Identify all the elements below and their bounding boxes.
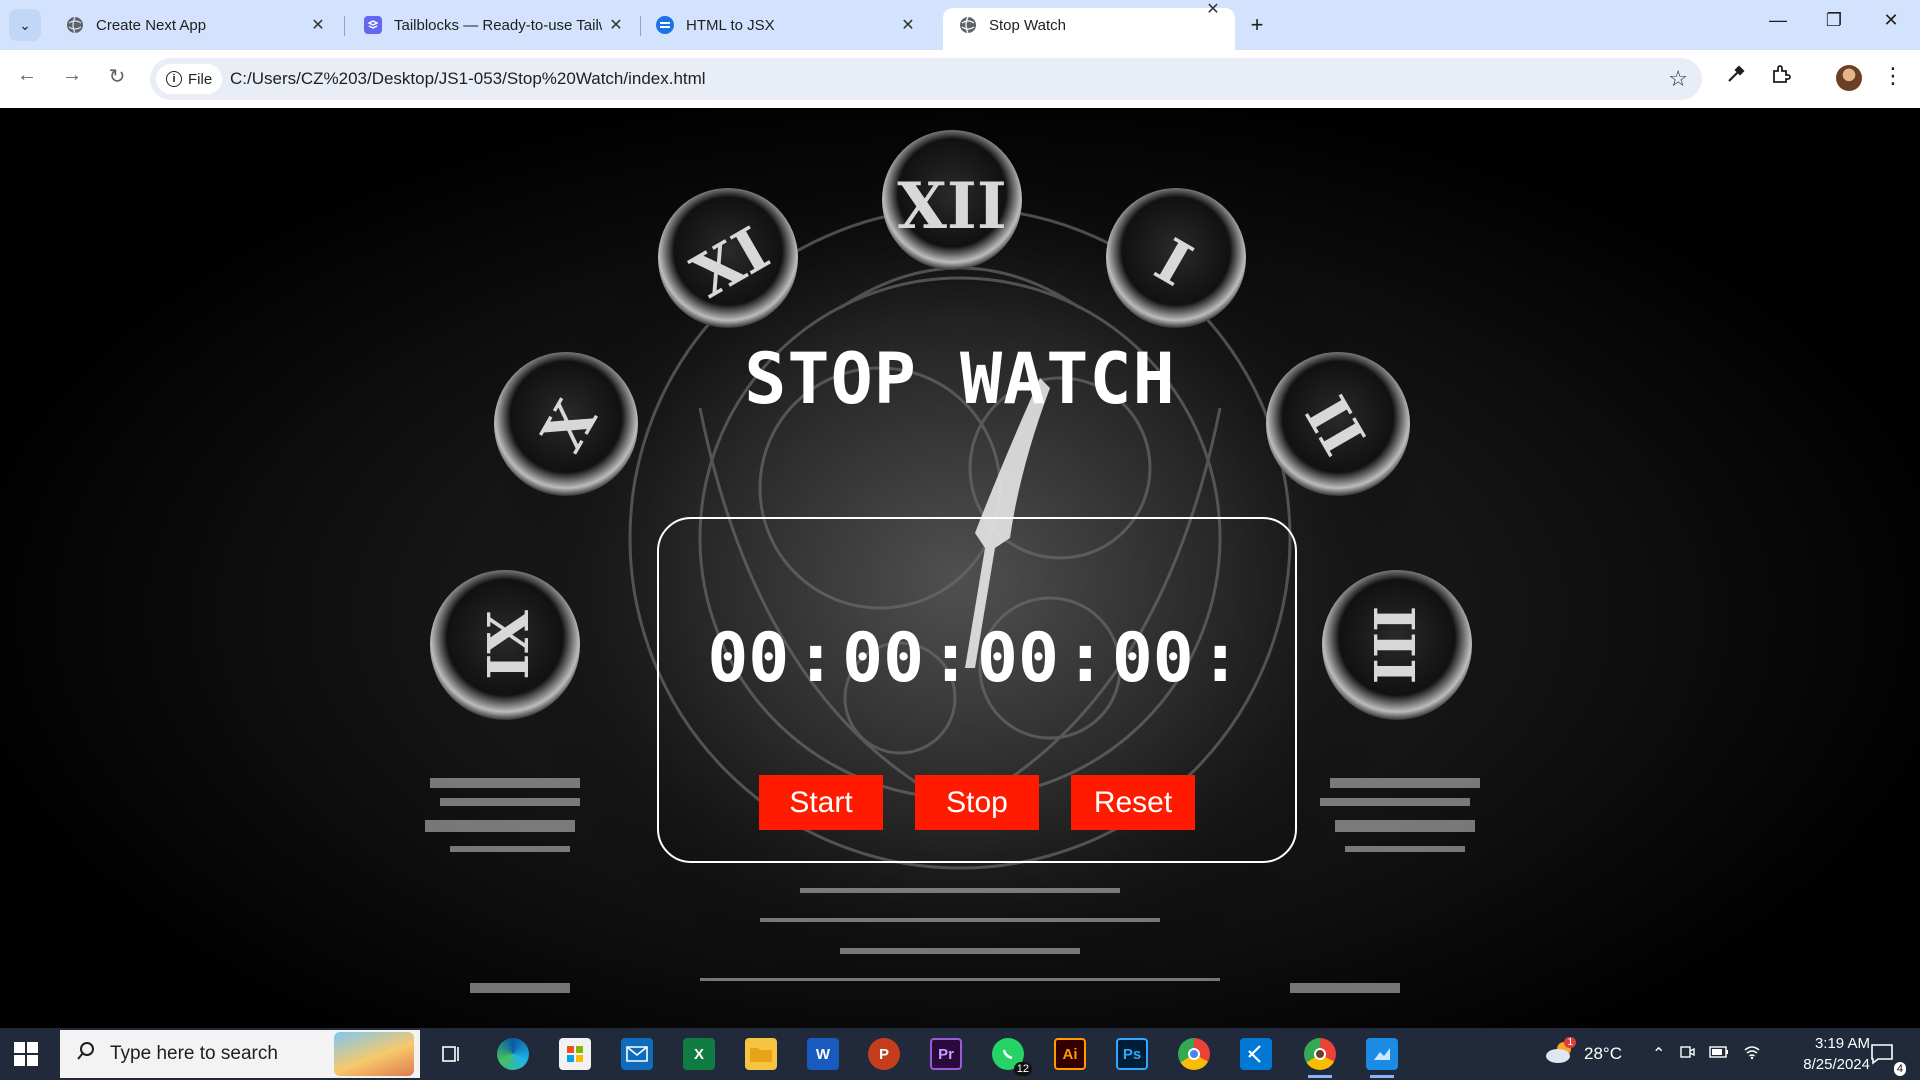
- start-button[interactable]: Start: [759, 775, 883, 830]
- reload-icon: ↻: [108, 66, 126, 88]
- back-button[interactable]: ←: [12, 64, 42, 87]
- hours-value: 00: [707, 619, 790, 698]
- weather-alert-badge: 1: [1564, 1036, 1576, 1048]
- menu-kebab-icon[interactable]: ⋮: [1878, 63, 1908, 89]
- minimize-button[interactable]: —: [1758, 10, 1798, 31]
- photos-icon[interactable]: [1366, 1038, 1398, 1078]
- powerpoint-icon[interactable]: P: [868, 1038, 900, 1070]
- chevron-down-icon: ⌄: [19, 16, 31, 33]
- whatsapp-badge: 12: [1013, 1062, 1032, 1076]
- time-display: 00:00:00:00:: [659, 619, 1295, 698]
- milliseconds-value: 00: [1111, 619, 1194, 698]
- globe-icon: [959, 16, 977, 34]
- tab-title: HTML to JSX: [686, 16, 775, 34]
- tab-search-button[interactable]: ⌄: [9, 9, 41, 41]
- weather-temp: 28°C: [1584, 1044, 1622, 1063]
- excel-icon[interactable]: X: [683, 1038, 715, 1070]
- svg-text:XII: XII: [897, 169, 1007, 244]
- windows-start-icon[interactable]: [12, 1040, 48, 1068]
- page-viewport: XII XI I X II IX III STOP WATCH 00:00:00…: [0, 108, 1920, 1028]
- seconds-value: 00: [977, 619, 1059, 698]
- weather-cloud-icon: 1: [1544, 1036, 1576, 1070]
- separator: :: [1064, 619, 1106, 698]
- svg-text:III: III: [1360, 606, 1426, 685]
- windows-taskbar: Type here to search X W P Pr 12 Ai Ps 1 …: [0, 1028, 1920, 1080]
- clock-date: 8/25/2024: [1803, 1056, 1870, 1073]
- weather-widget[interactable]: 1 28°C: [1544, 1028, 1622, 1080]
- tab-title: Tailblocks — Ready-to-use Tailwind: [394, 16, 602, 34]
- tab-divider: [344, 16, 345, 36]
- eyedropper-icon[interactable]: [1721, 63, 1751, 91]
- close-icon[interactable]: ✕: [1203, 0, 1223, 19]
- system-tray: ⌃: [1652, 1028, 1761, 1080]
- taskbar-clock[interactable]: 3:19 AM 8/25/2024: [1770, 1033, 1870, 1075]
- reset-button[interactable]: Reset: [1071, 775, 1195, 830]
- arrow-right-icon: →: [62, 64, 82, 86]
- tab-html-to-jsx[interactable]: HTML to JSX ✕: [640, 8, 930, 42]
- forward-button[interactable]: →: [57, 64, 87, 87]
- photoshop-icon[interactable]: Ps: [1116, 1038, 1148, 1070]
- battery-icon[interactable]: [1709, 1045, 1729, 1064]
- separator: :: [1199, 619, 1241, 698]
- address-bar[interactable]: i File C:/Users/CZ%203/Desktop/JS1-053/S…: [150, 58, 1702, 100]
- browser-toolbar: ← → ↻ i File C:/Users/CZ%203/Desktop/JS1…: [0, 50, 1920, 108]
- reload-button[interactable]: ↻: [102, 64, 132, 89]
- wifi-icon[interactable]: [1743, 1044, 1761, 1065]
- site-info-chip[interactable]: i File: [156, 64, 223, 94]
- vscode-icon[interactable]: [1240, 1038, 1272, 1070]
- svg-text:IX: IX: [476, 610, 542, 680]
- meet-now-icon[interactable]: [1679, 1044, 1696, 1065]
- profile-avatar[interactable]: [1836, 65, 1862, 91]
- new-tab-button[interactable]: +: [1244, 12, 1270, 38]
- tab-stop-watch[interactable]: Stop Watch ✕: [943, 1, 1235, 50]
- close-icon[interactable]: ✕: [606, 15, 626, 35]
- separator: :: [930, 619, 971, 698]
- edge-icon[interactable]: [497, 1038, 529, 1070]
- notifications-badge: 4: [1893, 1062, 1906, 1076]
- bookmark-star-icon[interactable]: ☆: [1668, 66, 1688, 92]
- file-explorer-icon[interactable]: [745, 1038, 777, 1070]
- tab-title: Stop Watch: [989, 16, 1066, 34]
- taskbar-search[interactable]: Type here to search: [60, 1030, 420, 1078]
- close-icon[interactable]: ✕: [898, 15, 918, 35]
- stopwatch-panel: 00:00:00:00: Start Stop Reset: [657, 517, 1297, 863]
- chrome-icon[interactable]: [1178, 1038, 1210, 1070]
- clock-time: 3:19 AM: [1814, 1035, 1870, 1052]
- site-chip-label: File: [188, 70, 213, 88]
- store-icon[interactable]: [559, 1038, 591, 1070]
- whatsapp-icon[interactable]: 12: [992, 1038, 1032, 1076]
- search-icon: [76, 1041, 96, 1067]
- illustrator-icon[interactable]: Ai: [1054, 1038, 1086, 1070]
- chevron-up-icon[interactable]: ⌃: [1652, 1044, 1665, 1064]
- tailblocks-icon: [364, 16, 382, 34]
- chrome-profile-icon[interactable]: [1304, 1038, 1336, 1078]
- arrow-left-icon: ←: [17, 64, 37, 86]
- mail-icon[interactable]: [621, 1038, 653, 1070]
- tab-title: Create Next App: [96, 16, 207, 34]
- tab-tailblocks[interactable]: Tailblocks — Ready-to-use Tailwind ✕: [348, 8, 638, 42]
- close-window-button[interactable]: ✕: [1871, 10, 1911, 31]
- plus-icon: +: [1250, 12, 1264, 37]
- control-buttons: Start Stop Reset: [659, 775, 1295, 830]
- extensions-puzzle-icon[interactable]: [1766, 63, 1796, 91]
- minutes-value: 00: [842, 619, 925, 698]
- url-text[interactable]: C:/Users/CZ%203/Desktop/JS1-053/Stop%20W…: [230, 69, 706, 89]
- tab-strip: ⌄ Create Next App ✕ Tailblocks — Ready-t…: [0, 0, 1920, 50]
- search-placeholder: Type here to search: [110, 1043, 278, 1064]
- task-view-icon[interactable]: [436, 1038, 468, 1070]
- restore-button[interactable]: ❐: [1814, 10, 1854, 31]
- page-title: STOP WATCH: [744, 338, 1176, 420]
- separator: :: [795, 619, 837, 698]
- word-icon[interactable]: W: [807, 1038, 839, 1070]
- notifications-icon[interactable]: 4: [1866, 1038, 1906, 1076]
- stop-button[interactable]: Stop: [915, 775, 1039, 830]
- tab-create-next-app[interactable]: Create Next App ✕: [50, 8, 340, 42]
- search-highlight-icon: [334, 1032, 414, 1076]
- info-icon: i: [166, 71, 182, 87]
- premiere-icon[interactable]: Pr: [930, 1038, 962, 1070]
- close-icon[interactable]: ✕: [308, 15, 328, 35]
- transform-icon: [656, 16, 674, 34]
- globe-icon: [66, 16, 84, 34]
